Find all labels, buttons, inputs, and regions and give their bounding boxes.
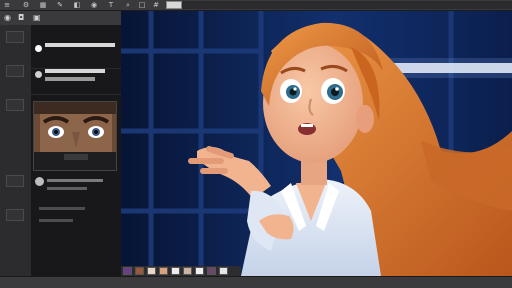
layers-panel-header: ◉ ◘ ▣ — [0, 11, 121, 25]
layers-panel: ◉ ◘ ▣ — [0, 11, 121, 276]
layer-sublabel — [45, 77, 95, 81]
layer-toggle[interactable] — [6, 175, 24, 187]
timeline-frame[interactable] — [159, 267, 168, 275]
woman-character-render — [121, 11, 512, 276]
layer-name — [45, 43, 115, 47]
layer-bullet-icon — [35, 45, 42, 52]
layer-toggle[interactable] — [6, 31, 24, 43]
layer-visibility-strip — [0, 25, 31, 276]
eye-icon[interactable]: ◉ — [4, 14, 14, 22]
app-window: ≡ ⚙ ▦ ✎ ◧ ◉ T ⌕ □ # ◉ ◘ ▣ — [0, 0, 512, 288]
layer-thumbnail[interactable] — [33, 101, 117, 171]
status-bar — [0, 276, 512, 288]
timeline-frame[interactable] — [195, 267, 204, 275]
timeline-frame[interactable] — [147, 267, 156, 275]
divider — [39, 219, 73, 222]
timeline-frame[interactable] — [207, 267, 216, 275]
timeline-frame[interactable] — [219, 267, 228, 275]
lock-icon[interactable]: ◘ — [18, 14, 28, 22]
layer-toggle[interactable] — [6, 99, 24, 111]
face-thumbnail-image — [34, 102, 116, 170]
top-toolbar: ≡ ⚙ ▦ ✎ ◧ ◉ T ⌕ □ # — [0, 0, 512, 11]
bucket-icon[interactable]: ◧ — [73, 1, 81, 9]
layer-bullet-icon — [35, 177, 44, 186]
layer-name — [45, 69, 105, 73]
timeline-frame[interactable] — [183, 267, 192, 275]
toolbar-tabs-area — [182, 1, 512, 9]
layers-icon[interactable]: ▦ — [39, 1, 47, 9]
eye-icon[interactable]: ◉ — [90, 1, 98, 9]
gear-icon[interactable]: ⚙ — [22, 1, 30, 9]
text-icon[interactable]: T — [107, 1, 115, 9]
list-item[interactable] — [31, 65, 121, 95]
grid-icon[interactable]: # — [152, 1, 160, 9]
brush-icon[interactable]: ✎ — [56, 1, 64, 9]
timeline-thumbnails — [121, 266, 241, 276]
timeline-frame[interactable] — [123, 267, 132, 275]
timeline-frame[interactable] — [171, 267, 180, 275]
list-item[interactable] — [31, 175, 121, 199]
zoom-icon[interactable]: ⌕ — [124, 1, 132, 9]
layer-list — [31, 25, 121, 276]
camera-icon[interactable]: ▣ — [33, 14, 43, 22]
layer-name-placeholder — [47, 179, 103, 182]
shape-icon[interactable]: □ — [138, 1, 146, 9]
timeline-frame[interactable] — [135, 267, 144, 275]
layer-bullet-icon — [35, 71, 42, 78]
divider — [39, 207, 85, 210]
layer-sub-placeholder — [47, 187, 87, 190]
canvas-viewport[interactable] — [121, 11, 512, 276]
menu-icon[interactable]: ≡ — [3, 1, 11, 9]
layer-toggle[interactable] — [6, 65, 24, 77]
toolbar-value-field[interactable] — [166, 1, 182, 9]
layer-toggle[interactable] — [6, 209, 24, 221]
